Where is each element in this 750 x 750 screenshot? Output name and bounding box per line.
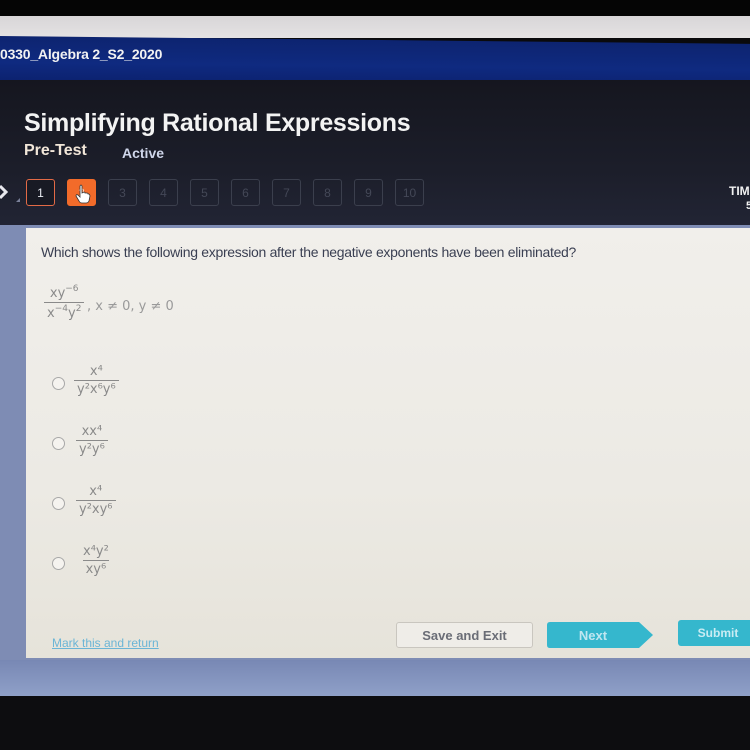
lesson-status: Active (122, 145, 165, 161)
option-c-radio[interactable] (52, 497, 65, 510)
question-button-1[interactable]: 1 (26, 179, 55, 206)
browser-chrome (0, 16, 750, 38)
expression-condition: , x ≠ 0, y ≠ 0 (87, 299, 174, 314)
question-button-7[interactable]: 7 (272, 179, 301, 206)
question-button-3[interactable]: 3 (108, 179, 137, 206)
expand-icon[interactable] (0, 182, 20, 202)
monitor-bezel-top (0, 0, 750, 16)
hand-cursor-icon (75, 184, 91, 204)
question-button-5[interactable]: 5 (190, 179, 219, 206)
screen-bottom-bar (0, 660, 750, 696)
option-a-radio[interactable] (52, 377, 65, 390)
lesson-type: Pre-Test (24, 142, 87, 159)
next-button[interactable]: Next (547, 622, 653, 648)
option-d-radio[interactable] (52, 557, 65, 570)
question-button-10[interactable]: 10 (395, 179, 424, 206)
expression-denominator: x−4y2 (44, 302, 85, 320)
mark-and-return-link[interactable]: Mark this and return (52, 636, 159, 650)
question-button-6[interactable]: 6 (231, 179, 260, 206)
question-button-9[interactable]: 9 (354, 179, 383, 206)
question-button-4[interactable]: 4 (149, 179, 178, 206)
timer-value: 5 (746, 200, 750, 212)
timer-label: TIME (729, 184, 750, 198)
option-b[interactable]: xx⁴ y²y⁶ (76, 425, 108, 456)
option-a[interactable]: x⁴ y²x⁶y⁶ (74, 365, 119, 396)
save-and-exit-button[interactable]: Save and Exit (396, 622, 533, 648)
monitor-bezel-bottom (0, 696, 750, 750)
question-prompt: Which shows the following expression aft… (41, 244, 577, 260)
expression-numerator: xy−6 (49, 284, 79, 301)
course-title: 0330_Algebra 2_S2_2020 (0, 46, 163, 62)
option-b-radio[interactable] (52, 437, 65, 450)
question-navigation: 1 2 3 4 5 6 7 8 9 10 (26, 179, 424, 206)
option-c[interactable]: x⁴ y²xy⁶ (76, 485, 116, 516)
question-button-2[interactable]: 2 (67, 179, 96, 206)
question-button-8[interactable]: 8 (313, 179, 342, 206)
lesson-title: Simplifying Rational Expressions (24, 109, 411, 137)
option-d[interactable]: x⁴y² xy⁶ (80, 545, 112, 576)
given-expression: xy−6 x−4y2 (44, 284, 85, 320)
lesson-header (0, 80, 750, 230)
question-panel (26, 228, 750, 658)
submit-button[interactable]: Submit (678, 620, 750, 646)
